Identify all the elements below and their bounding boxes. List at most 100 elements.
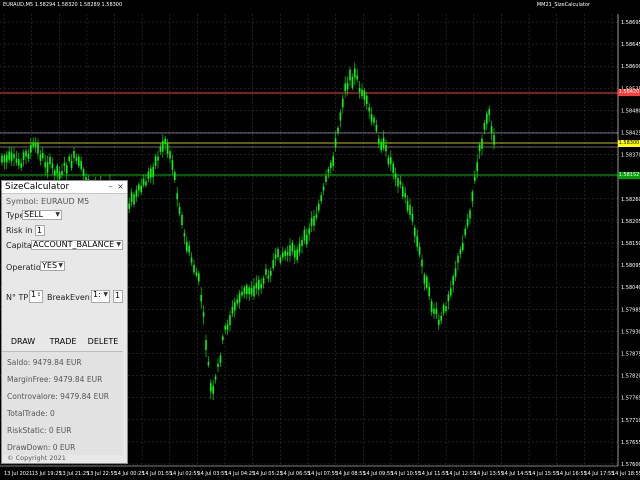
time-axis: 13 Jul 2021 13 Jul 19:2513 Jul 21:2513 Ju… <box>4 471 640 477</box>
candle-body <box>402 186 404 197</box>
type-select[interactable]: SELL ▼ <box>22 210 62 220</box>
candle-body <box>190 257 193 263</box>
rr-label: RR: 1.8 80 <box>493 148 530 156</box>
candle-body <box>298 243 301 253</box>
price-tick-label: 1.57710 <box>621 418 640 424</box>
candle-body <box>193 264 195 273</box>
price-tick-label: 1.58370 <box>621 153 640 159</box>
candle-body <box>289 245 291 256</box>
candle-body <box>217 363 219 367</box>
candle-body <box>286 252 289 256</box>
stepper-icon: ↕ <box>36 292 41 298</box>
candle-body <box>231 306 234 314</box>
candle-body <box>42 153 44 159</box>
candle-body <box>452 276 454 285</box>
price-tick-label: 1.58425 <box>621 131 640 137</box>
close-button[interactable]: × <box>116 182 125 191</box>
candle-body <box>255 282 258 289</box>
price-tick-label: 1.57875 <box>621 352 640 358</box>
candle-body <box>414 227 416 237</box>
time-tick-label: 14 Jul 12:55 <box>446 471 476 477</box>
candle-body <box>37 143 39 154</box>
candle-body <box>195 272 198 276</box>
candle-body <box>421 259 423 267</box>
time-tick-label: 14 Jul 08:55 <box>336 471 366 477</box>
time-tick-label: 14 Jul 05:25 <box>253 471 283 477</box>
time-tick-label: 13 Jul 22:55 <box>87 471 117 477</box>
candle-body <box>375 125 378 132</box>
candle-body <box>267 275 270 279</box>
total-trade-text: TotalTrade: 0 <box>7 409 55 418</box>
panel-titlebar[interactable]: SizeCalculator – × <box>2 181 127 194</box>
candle-body <box>226 324 229 330</box>
candle-body <box>169 151 171 159</box>
candle-body <box>202 312 205 317</box>
candle-body <box>488 109 490 115</box>
candle-body <box>428 286 430 297</box>
candle-body <box>138 184 140 191</box>
time-tick-label: 13 Jul 2021 <box>4 471 32 477</box>
candle-body <box>260 283 262 289</box>
trade-button[interactable]: TRADE <box>46 335 80 349</box>
price-tick-label: 1.57655 <box>621 440 640 446</box>
sl-price-tag: 1.58420 <box>618 89 640 96</box>
candle-body <box>214 376 217 380</box>
candle-body <box>186 241 188 252</box>
capital-select[interactable]: ACCOUNT_BALANCE ▼ <box>31 240 123 250</box>
candle-body <box>70 160 73 169</box>
candle-body <box>351 77 354 88</box>
candle-body <box>454 268 457 277</box>
candle-body <box>483 123 486 130</box>
candle-body <box>162 141 164 152</box>
candle-body <box>440 315 442 321</box>
candle-body <box>20 163 22 168</box>
minimize-button[interactable]: – <box>106 182 115 191</box>
risk-input[interactable]: 1 <box>35 225 45 236</box>
candle-body <box>418 246 421 255</box>
candle-body <box>315 214 318 218</box>
delete-button[interactable]: DELETE <box>86 335 120 349</box>
candle-body <box>284 250 286 256</box>
margin-free-text: MarginFree: 9479.84 EUR <box>7 375 103 384</box>
candle-body <box>10 152 13 162</box>
candle-body <box>188 245 190 253</box>
candle-body <box>243 287 246 294</box>
breakeven-select[interactable]: 1: ▼ <box>91 290 110 303</box>
candle-body <box>39 154 42 161</box>
candle-body <box>430 301 433 312</box>
candle-body <box>73 150 75 158</box>
candle-body <box>253 285 255 297</box>
size-calculator-panel[interactable]: SizeCalculator – × Symbol: EURAUD M5 Typ… <box>1 180 128 464</box>
draw-button[interactable]: DRAW <box>6 335 40 349</box>
time-tick-label: 14 Jul 04:25 <box>225 471 255 477</box>
price-tick-label: 1.57820 <box>621 374 640 380</box>
candle-body <box>342 98 344 108</box>
candle-body <box>164 138 166 145</box>
time-tick-label: 14 Jul 03:55 <box>197 471 227 477</box>
candle-body <box>157 156 159 161</box>
price-tick-label: 1.58040 <box>621 285 640 291</box>
candle-body <box>435 308 438 315</box>
candle-body <box>416 236 418 247</box>
candle-body <box>438 319 440 325</box>
time-tick-label: 14 Jul 17:55 <box>584 471 614 477</box>
ntp-stepper[interactable]: 1 ↕ <box>29 290 43 303</box>
operation-select[interactable]: YES ▼ <box>40 261 65 271</box>
candle-body <box>15 158 18 163</box>
time-tick-label: 14 Jul 02:55 <box>170 471 200 477</box>
candle-body <box>159 146 162 152</box>
candle-body <box>150 168 152 178</box>
time-tick-label: 14 Jul 07:55 <box>308 471 338 477</box>
candle-body <box>433 308 435 314</box>
trade-levels <box>0 92 618 176</box>
account-stats: Saldo: 9479.84 EUR MarginFree: 9479.84 E… <box>2 351 123 455</box>
candle-body <box>370 114 373 122</box>
drawdown-text: DrawDown: 0 EUR <box>7 443 76 452</box>
candle-body <box>368 107 370 112</box>
candle-body <box>380 142 382 151</box>
candle-body <box>140 185 142 193</box>
candle-body <box>310 218 313 226</box>
candle-body <box>250 287 253 295</box>
candle-body <box>378 138 380 144</box>
breakeven-ratio-input[interactable]: 1 <box>113 290 123 303</box>
